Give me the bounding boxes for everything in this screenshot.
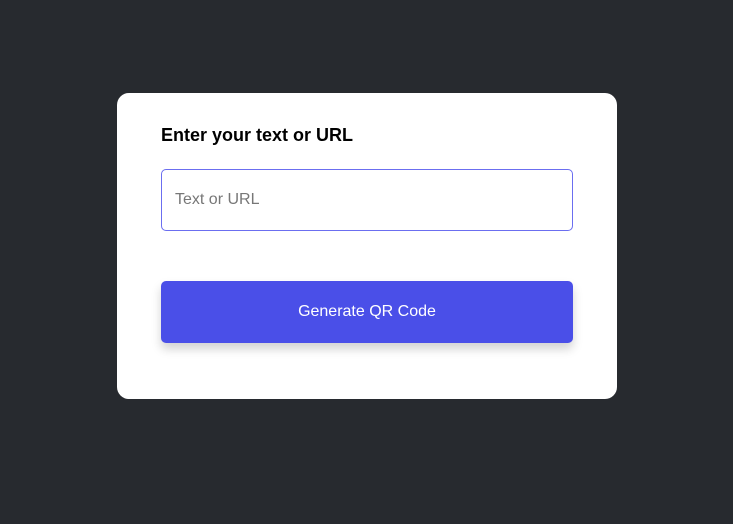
generate-qr-code-button[interactable]: Generate QR Code <box>161 281 573 343</box>
form-title: Enter your text or URL <box>161 125 354 145</box>
text-url-input[interactable] <box>161 169 573 231</box>
qr-generator-card: Enter your text or URL Generate QR Code <box>117 93 617 399</box>
